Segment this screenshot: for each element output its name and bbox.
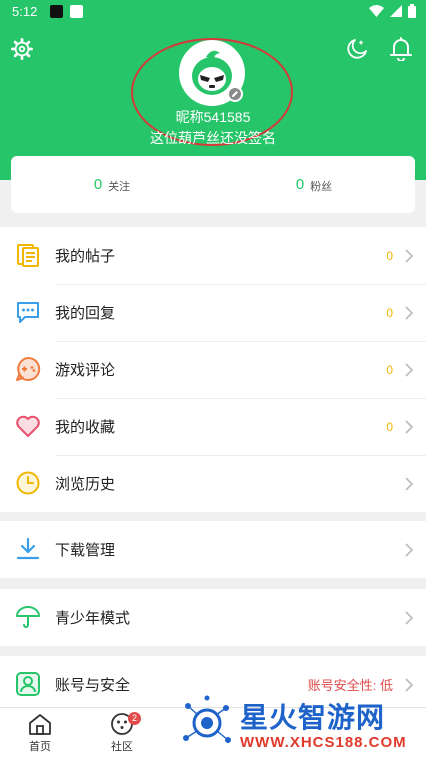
- menu-item-history[interactable]: 浏览历史: [0, 455, 426, 512]
- signature[interactable]: 这位葫芦丝还没签名: [0, 128, 426, 148]
- menu-item-replies-count: 0: [386, 305, 393, 320]
- menu-item-game-reviews-count: 0: [386, 362, 393, 377]
- menu-item-account-label: 账号与安全: [55, 677, 131, 694]
- chevron-right-icon: [405, 476, 414, 491]
- night-mode-button[interactable]: [344, 36, 370, 62]
- followers-stat[interactable]: 0 粉丝: [213, 156, 415, 213]
- menu-item-game-reviews-label: 游戏评论: [55, 362, 116, 379]
- download-icon: [16, 537, 40, 560]
- menu-item-favorites-label: 我的收藏: [55, 419, 116, 436]
- menu-item-replies[interactable]: 我的回复 0: [0, 284, 426, 341]
- home-icon: [29, 714, 51, 735]
- following-count: 0: [93, 176, 103, 193]
- gear-icon: [11, 38, 33, 60]
- status-time: 5:12: [12, 4, 38, 19]
- status-bar: 5:12: [0, 0, 426, 24]
- tab-home-label: 首页: [29, 741, 51, 753]
- menu-item-posts-count: 0: [386, 248, 393, 263]
- clock-icon: [16, 471, 40, 495]
- chevron-right-icon: [405, 305, 414, 320]
- chevron-right-icon: [405, 419, 414, 434]
- following-label: 关注: [108, 181, 131, 193]
- notifications-button[interactable]: [388, 36, 414, 62]
- watermark-title: 星火智游网: [240, 702, 386, 733]
- menu-item-downloads-label: 下载管理: [55, 542, 116, 559]
- chevron-right-icon: [405, 248, 414, 263]
- watermark-logo-icon: [183, 695, 231, 743]
- menu-item-favorites-count: 0: [386, 419, 393, 434]
- umbrella-icon: [16, 606, 40, 628]
- youth-mode-menu: 青少年模式: [0, 589, 426, 646]
- nickname[interactable]: 昵称541585: [0, 107, 426, 127]
- reply-bubble-icon: [17, 302, 39, 323]
- downloads-menu: 下载管理: [0, 521, 426, 578]
- heart-icon: [16, 415, 40, 437]
- activity-menu: 我的帖子 0 我的回复 0 游戏评论 0 我的收藏 0 浏览历史: [0, 227, 426, 512]
- following-stat[interactable]: 0 关注: [11, 156, 213, 213]
- followers-label: 粉丝: [310, 181, 333, 193]
- settings-button[interactable]: [9, 36, 35, 62]
- moon-icon: [347, 39, 367, 59]
- signal-icon: [390, 5, 402, 17]
- menu-item-history-label: 浏览历史: [55, 476, 116, 493]
- menu-item-game-reviews[interactable]: 游戏评论 0: [0, 341, 426, 398]
- menu-item-posts[interactable]: 我的帖子 0: [0, 227, 426, 284]
- menu-item-replies-label: 我的回复: [55, 305, 116, 322]
- menu-item-youth-mode[interactable]: 青少年模式: [0, 589, 426, 646]
- gamepad-bubble-icon: [16, 356, 41, 381]
- chevron-right-icon: [405, 610, 414, 625]
- battery-icon: [408, 4, 416, 18]
- notification-icon-secondary: [70, 5, 83, 18]
- watermark-url: WWW.XHCS188.COM: [240, 734, 407, 751]
- watermark: 星火智游网 WWW.XHCS188.COM: [178, 692, 426, 757]
- followers-count: 0: [295, 176, 305, 193]
- menu-item-downloads[interactable]: 下载管理: [0, 521, 426, 578]
- notification-icon: [50, 5, 63, 18]
- wifi-icon: [369, 5, 384, 17]
- menu-item-posts-label: 我的帖子: [55, 248, 116, 265]
- tab-community[interactable]: 2 社区: [92, 712, 152, 754]
- chevron-right-icon: [405, 542, 414, 557]
- menu-item-youth-mode-label: 青少年模式: [55, 610, 131, 627]
- bell-icon: [390, 37, 412, 61]
- chevron-right-icon: [405, 677, 414, 692]
- posts-icon: [17, 244, 39, 267]
- account-icon: [16, 672, 40, 696]
- menu-item-favorites[interactable]: 我的收藏 0: [0, 398, 426, 455]
- stats-card: 0 关注 0 粉丝: [11, 156, 415, 213]
- community-badge: 2: [128, 712, 141, 725]
- tab-community-label: 社区: [111, 741, 133, 753]
- tab-home[interactable]: 首页: [10, 712, 70, 754]
- chevron-right-icon: [405, 362, 414, 377]
